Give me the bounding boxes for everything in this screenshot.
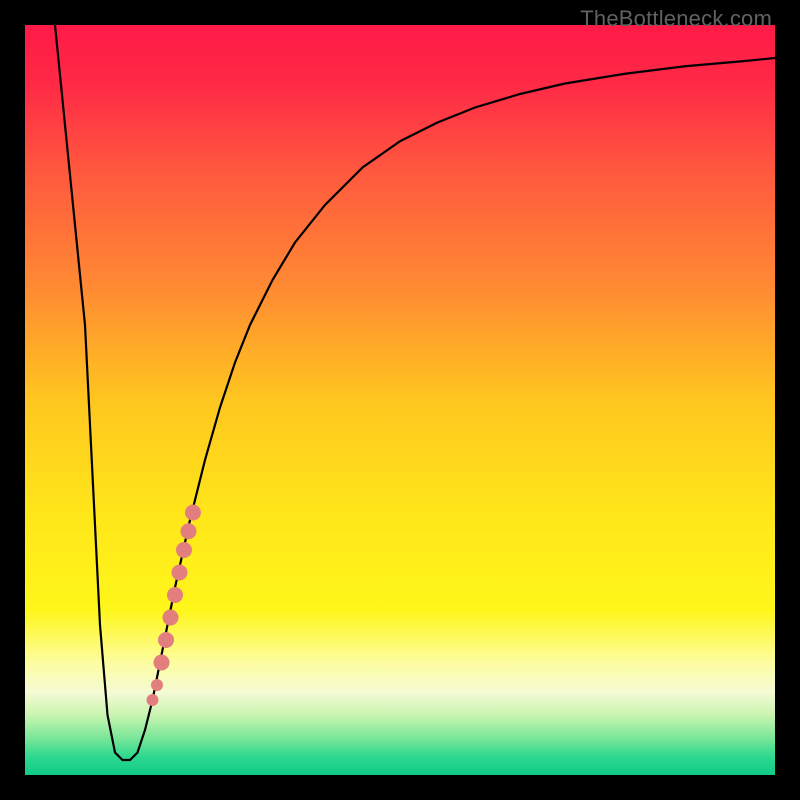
marker-dot bbox=[172, 565, 188, 581]
marker-dot bbox=[167, 587, 183, 603]
watermark-text: TheBottleneck.com bbox=[580, 6, 772, 32]
marker-dot bbox=[181, 523, 197, 539]
marker-dot bbox=[185, 505, 201, 521]
chart-frame bbox=[25, 25, 775, 775]
marker-dot bbox=[158, 632, 174, 648]
marker-dot bbox=[176, 542, 192, 558]
bottleneck-chart bbox=[25, 25, 775, 775]
marker-dot bbox=[163, 610, 179, 626]
marker-dot bbox=[147, 694, 159, 706]
gradient-background bbox=[25, 25, 775, 775]
marker-dot bbox=[151, 679, 163, 691]
marker-dot bbox=[154, 655, 170, 671]
